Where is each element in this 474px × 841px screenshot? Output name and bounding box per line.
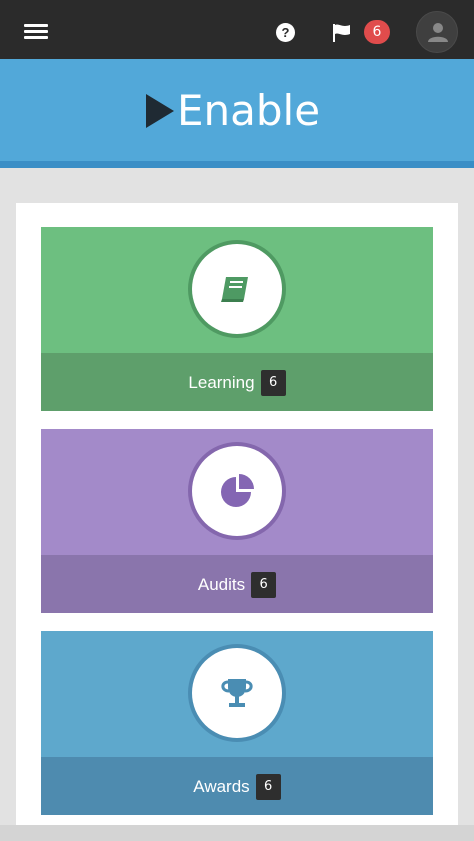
tile-awards-label: Awards [193,777,250,796]
notification-badge[interactable]: 6 [364,20,390,44]
tile-learning-top [41,227,433,353]
tile-audits-footer: Audits 6 [41,555,433,613]
trophy-icon [221,679,253,707]
bottom-strip [0,825,474,841]
user-avatar[interactable] [416,11,458,53]
tile-learning-label: Learning [188,373,255,392]
top-navbar: ? 6 [0,0,474,59]
brand-banner-stripe [0,161,474,168]
tile-learning-circle [192,244,282,334]
hamburger-menu-icon[interactable] [22,20,52,42]
play-triangle-icon [146,94,174,128]
help-icon[interactable]: ? [276,23,295,42]
book-icon [221,277,248,302]
pie-chart-icon [221,474,254,507]
flag-icon[interactable] [332,24,354,42]
tile-awards[interactable]: Awards 6 [41,631,433,815]
tile-audits[interactable]: Audits 6 [41,429,433,613]
tile-awards-footer: Awards 6 [41,757,433,815]
tile-awards-circle [192,648,282,738]
tile-learning-count-badge: 6 [260,370,286,396]
tile-audits-count-badge: 6 [251,572,277,598]
tile-audits-circle [192,446,282,536]
tile-audits-top [41,429,433,555]
logo-text: Enable [177,86,321,135]
tile-learning[interactable]: Learning 6 [41,227,433,411]
enable-logo: Enable [146,88,320,134]
tile-awards-top [41,631,433,757]
tile-learning-footer: Learning 6 [41,353,433,411]
tile-audits-label: Audits [197,575,246,594]
tile-awards-count-badge: 6 [255,774,281,800]
user-icon [428,23,448,42]
